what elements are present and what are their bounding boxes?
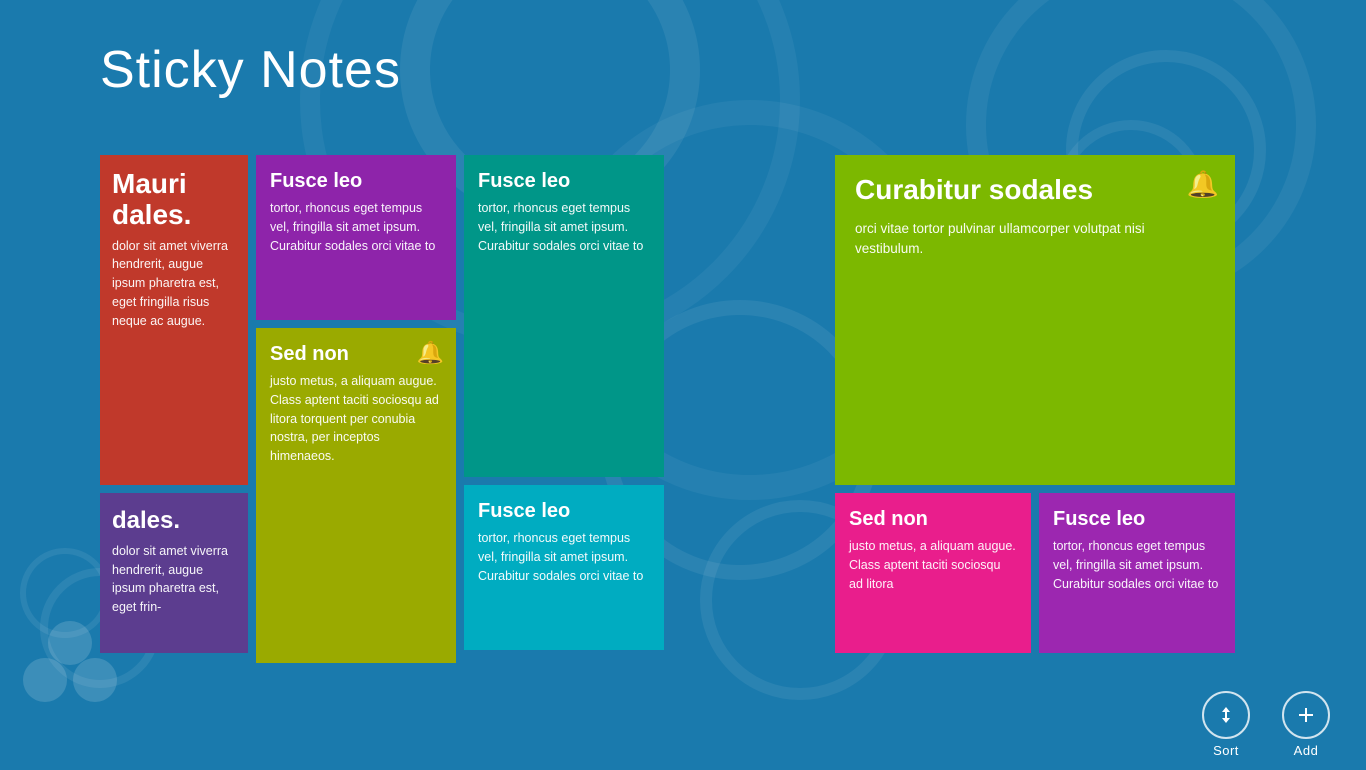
note-body: tortor, rhoncus eget tempus vel, fringil… <box>270 199 442 255</box>
add-label: Add <box>1294 743 1319 758</box>
note-body: tortor, rhoncus eget tempus vel, fringil… <box>1053 537 1221 593</box>
note-title: Fusce leo <box>478 499 650 523</box>
note-fusce-teal[interactable]: Fusce leo tortor, rhoncus eget tempus ve… <box>464 155 664 477</box>
note-body: tortor, rhoncus eget tempus vel, fringil… <box>478 199 650 255</box>
note-fusce-purple[interactable]: Fusce leo tortor, rhoncus eget tempus ve… <box>256 155 456 320</box>
bottom-bar: Sort Add <box>1066 680 1366 768</box>
note-body: orci vitae tortor pulvinar ullamcorper v… <box>855 219 1215 260</box>
note-body: tortor, rhoncus eget tempus vel, fringil… <box>478 529 650 585</box>
sort-icon <box>1202 691 1250 739</box>
note-title: Fusce leo <box>478 169 650 193</box>
note-title: Fusce leo <box>1053 507 1221 531</box>
add-icon <box>1282 691 1330 739</box>
sort-button[interactable]: Sort <box>1186 679 1266 770</box>
bell-icon: 🔔 <box>417 340 444 366</box>
note-title: Fusce leo <box>270 169 442 193</box>
note-title: Curabitur sodales <box>855 173 1215 207</box>
note-body: justo metus, a aliquam augue. Class apte… <box>270 372 442 466</box>
note-sed-non-olive[interactable]: 🔔 Sed non justo metus, a aliquam augue. … <box>256 328 456 663</box>
note-fusce-magenta[interactable]: Fusce leo tortor, rhoncus eget tempus ve… <box>1039 493 1235 653</box>
add-button[interactable]: Add <box>1266 679 1346 770</box>
note-curabitur[interactable]: 🔔 Curabitur sodales orci vitae tortor pu… <box>835 155 1235 485</box>
note-dales[interactable]: dales. dolor sit amet viverra hendrerit,… <box>100 493 248 653</box>
note-sed-non-pink[interactable]: Sed non justo metus, a aliquam augue. Cl… <box>835 493 1031 653</box>
note-body: dolor sit amet viverra hendrerit, augue … <box>112 237 236 331</box>
note-mauri[interactable]: Mauri dales. dolor sit amet viverra hend… <box>100 155 248 485</box>
note-body: justo metus, a aliquam augue. Class apte… <box>849 537 1017 593</box>
bell-icon: 🔔 <box>1187 169 1219 200</box>
note-body: dolor sit amet viverra hendrerit, augue … <box>112 542 236 617</box>
note-title: Sed non <box>849 507 1017 531</box>
note-title: dales. <box>112 507 236 536</box>
note-fusce-teal-light[interactable]: Fusce leo tortor, rhoncus eget tempus ve… <box>464 485 664 650</box>
note-title: Mauri dales. <box>112 169 236 231</box>
page-title: Sticky Notes <box>100 40 401 100</box>
sort-label: Sort <box>1213 743 1239 758</box>
